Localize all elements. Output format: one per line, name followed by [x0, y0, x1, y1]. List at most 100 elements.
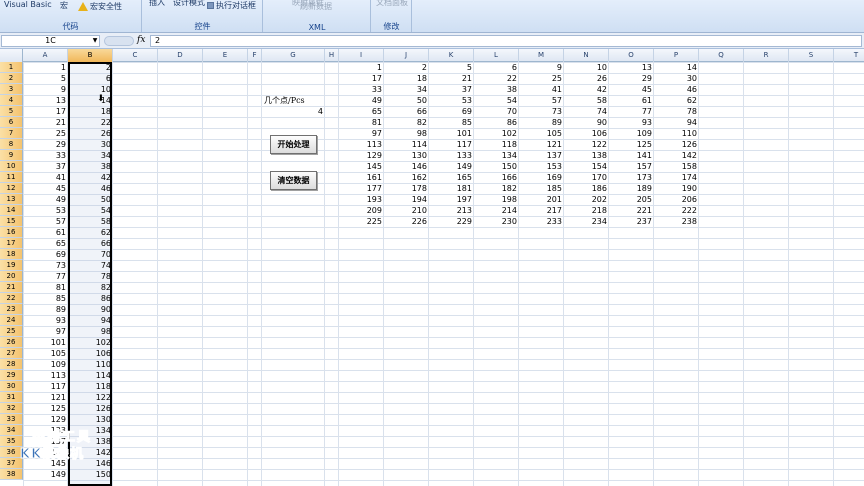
cell-n2[interactable]: 26	[564, 73, 609, 84]
cell-n8[interactable]: 122	[564, 139, 609, 150]
cell-n15[interactable]: 234	[564, 216, 609, 227]
cell-l6[interactable]: 86	[474, 117, 519, 128]
row-header-13[interactable]: 13	[0, 194, 23, 205]
cell-b13[interactable]: 50	[68, 194, 113, 205]
cell-b27[interactable]: 106	[68, 348, 113, 359]
cell-a24[interactable]: 93	[23, 315, 68, 326]
column-header-d[interactable]: D	[158, 49, 203, 62]
row-header-19[interactable]: 19	[0, 260, 23, 271]
cell-l1[interactable]: 6	[474, 62, 519, 73]
cell-l11[interactable]: 166	[474, 172, 519, 183]
cell-i2[interactable]: 17	[339, 73, 384, 84]
cell-n11[interactable]: 170	[564, 172, 609, 183]
row-header-38[interactable]: 38	[0, 469, 23, 480]
cell-m4[interactable]: 57	[519, 95, 564, 106]
row-header-4[interactable]: 4	[0, 95, 23, 106]
cell-a31[interactable]: 121	[23, 392, 68, 403]
cell-l5[interactable]: 70	[474, 106, 519, 117]
cell-b18[interactable]: 70	[68, 249, 113, 260]
cell-n6[interactable]: 90	[564, 117, 609, 128]
cell-o4[interactable]: 61	[609, 95, 654, 106]
formula-input[interactable]: 2	[150, 35, 862, 47]
cell-i4[interactable]: 49	[339, 95, 384, 106]
run-dialog-button[interactable]: 执行对话框	[207, 0, 256, 11]
cell-a23[interactable]: 89	[23, 304, 68, 315]
cell-b7[interactable]: 26	[68, 128, 113, 139]
cell-a10[interactable]: 37	[23, 161, 68, 172]
design-mode-button[interactable]: 设计模式	[173, 0, 205, 8]
cell-l14[interactable]: 214	[474, 205, 519, 216]
column-header-m[interactable]: M	[519, 49, 564, 62]
cell-a12[interactable]: 45	[23, 183, 68, 194]
cell-i7[interactable]: 97	[339, 128, 384, 139]
cell-j8[interactable]: 114	[384, 139, 429, 150]
cell-k9[interactable]: 133	[429, 150, 474, 161]
row-header-33[interactable]: 33	[0, 414, 23, 425]
cell-k8[interactable]: 117	[429, 139, 474, 150]
cell-a26[interactable]: 101	[23, 337, 68, 348]
cell-p12[interactable]: 190	[654, 183, 699, 194]
cell-b8[interactable]: 30	[68, 139, 113, 150]
cell-k6[interactable]: 85	[429, 117, 474, 128]
cell-j5[interactable]: 66	[384, 106, 429, 117]
start-process-button[interactable]: 开始处理	[270, 135, 317, 154]
cell-a5[interactable]: 17	[23, 106, 68, 117]
column-header-r[interactable]: R	[744, 49, 789, 62]
macro-security-button[interactable]: 宏安全性	[78, 1, 122, 12]
row-header-23[interactable]: 23	[0, 304, 23, 315]
cell-p2[interactable]: 30	[654, 73, 699, 84]
macro-button[interactable]: 宏	[60, 0, 68, 11]
cell-b3[interactable]: 10	[68, 84, 113, 95]
cell-j3[interactable]: 34	[384, 84, 429, 95]
column-header-c[interactable]: C	[113, 49, 158, 62]
column-header-h[interactable]: H	[325, 49, 339, 62]
row-header-24[interactable]: 24	[0, 315, 23, 326]
cell-l3[interactable]: 38	[474, 84, 519, 95]
cell-p5[interactable]: 78	[654, 106, 699, 117]
cell-b33[interactable]: 130	[68, 414, 113, 425]
row-header-22[interactable]: 22	[0, 293, 23, 304]
visual-basic-button[interactable]: Visual Basic	[4, 0, 52, 9]
cell-o1[interactable]: 13	[609, 62, 654, 73]
cell-j7[interactable]: 98	[384, 128, 429, 139]
row-header-6[interactable]: 6	[0, 117, 23, 128]
cell-k7[interactable]: 101	[429, 128, 474, 139]
cell-b17[interactable]: 66	[68, 238, 113, 249]
cell-n3[interactable]: 42	[564, 84, 609, 95]
row-header-18[interactable]: 18	[0, 249, 23, 260]
cell-k15[interactable]: 229	[429, 216, 474, 227]
cell-a28[interactable]: 109	[23, 359, 68, 370]
cell-p3[interactable]: 46	[654, 84, 699, 95]
cell-b10[interactable]: 38	[68, 161, 113, 172]
row-header-3[interactable]: 3	[0, 84, 23, 95]
cell-o11[interactable]: 173	[609, 172, 654, 183]
row-header-11[interactable]: 11	[0, 172, 23, 183]
cell-a18[interactable]: 69	[23, 249, 68, 260]
insert-control-button[interactable]: 插入	[149, 0, 165, 8]
cell-m6[interactable]: 89	[519, 117, 564, 128]
cell-m11[interactable]: 169	[519, 172, 564, 183]
cell-a8[interactable]: 29	[23, 139, 68, 150]
row-header-14[interactable]: 14	[0, 205, 23, 216]
cell-k1[interactable]: 5	[429, 62, 474, 73]
cell-p10[interactable]: 158	[654, 161, 699, 172]
cell-o15[interactable]: 237	[609, 216, 654, 227]
cell-a15[interactable]: 57	[23, 216, 68, 227]
row-header-15[interactable]: 15	[0, 216, 23, 227]
cell-b38[interactable]: 150	[68, 469, 113, 480]
cell-b14[interactable]: 54	[68, 205, 113, 216]
cell-p6[interactable]: 94	[654, 117, 699, 128]
cell-b2[interactable]: 6	[68, 73, 113, 84]
cell-j1[interactable]: 2	[384, 62, 429, 73]
row-header-16[interactable]: 16	[0, 227, 23, 238]
cell-b25[interactable]: 98	[68, 326, 113, 337]
cell-j12[interactable]: 178	[384, 183, 429, 194]
cell-b16[interactable]: 62	[68, 227, 113, 238]
row-header-5[interactable]: 5	[0, 106, 23, 117]
cell-p11[interactable]: 174	[654, 172, 699, 183]
cell-k13[interactable]: 197	[429, 194, 474, 205]
cell-b30[interactable]: 118	[68, 381, 113, 392]
cell-a11[interactable]: 41	[23, 172, 68, 183]
cell-a17[interactable]: 65	[23, 238, 68, 249]
cell-i13[interactable]: 193	[339, 194, 384, 205]
